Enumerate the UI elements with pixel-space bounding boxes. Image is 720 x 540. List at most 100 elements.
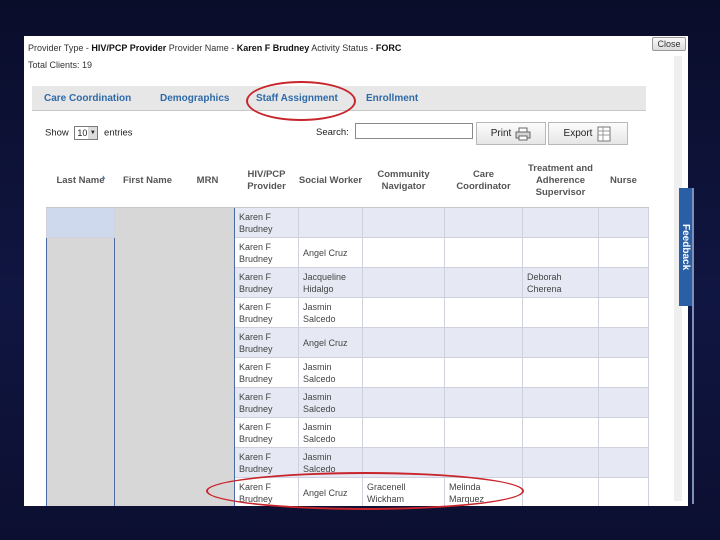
cell-provider: Karen F Brudney [234,447,299,478]
cell-care-coordinator [444,297,523,328]
column-header-mrn[interactable]: MRN [180,154,235,208]
cell-provider: Karen F Brudney [234,327,299,358]
page-length-control: Show 10 ▼ entries [45,126,133,140]
table-header-row: Last Name ▲ First Name MRN HIV/PCP Provid… [46,154,649,208]
cell-provider: Karen F Brudney [234,417,299,448]
export-button[interactable]: Export [548,122,628,145]
spreadsheet-icon [597,126,611,141]
column-label: Last Name [56,174,105,186]
cell-care-coordinator [444,237,523,268]
close-button[interactable]: Close [652,37,686,51]
cell-last-name [46,207,115,238]
cell-treatment-supervisor [522,477,599,506]
search-input[interactable] [355,123,473,139]
highlight-oval-row [206,472,524,510]
column-header-nurse[interactable]: Nurse [598,154,649,208]
column-header-care-coordinator[interactable]: Care Coordinator [444,154,523,208]
cell-treatment-supervisor [522,447,599,478]
cell-provider: Karen F Brudney [234,267,299,298]
tab-demographics[interactable]: Demographics [160,86,229,110]
column-label: Care Coordinator [456,168,511,192]
cell-nurse [598,357,649,388]
cell-nurse [598,327,649,358]
table-body: Karen F Brudney Karen F Brudney Angel Cruz… [46,207,649,506]
cell-care-coordinator [444,207,523,238]
printer-icon [515,127,531,140]
cell-nurse [598,417,649,448]
cell-nurse [598,237,649,268]
provider-type-label: Provider Type - [28,43,92,53]
cell-treatment-supervisor [522,357,599,388]
column-label: Community Navigator [377,168,430,192]
entries-label: entries [104,127,133,139]
staff-assignment-window: Provider Type - HIV/PCP Provider Provide… [24,36,688,506]
column-label: Social Worker [298,174,363,186]
column-label: First Name [122,174,173,186]
provider-name-label: Provider Name - [166,43,237,53]
cell-community-navigator [362,387,445,418]
highlight-oval-tab [246,81,356,121]
column-header-treatment-supervisor[interactable]: Treatment and Adherence Supervisor [522,154,599,208]
sort-ascending-icon: ▲ [100,175,107,181]
tab-enrollment[interactable]: Enrollment [366,86,418,110]
cell-nurse [598,387,649,418]
column-label: Nurse [610,174,637,186]
cell-community-navigator [362,207,445,238]
cell-care-coordinator [444,267,523,298]
cell-provider: Karen F Brudney [234,207,299,238]
cell-social-worker: Jasmin Salcedo [298,417,363,448]
cell-treatment-supervisor: Deborah Cherena [522,267,599,298]
search-label: Search: [316,127,349,138]
column-header-first-name[interactable]: First Name [114,154,181,208]
cell-social-worker: Jasmin Salcedo [298,357,363,388]
column-header-community-navigator[interactable]: Community Navigator [362,154,445,208]
print-button-label: Print [490,128,512,139]
cell-community-navigator [362,267,445,298]
column-header-last-name[interactable]: Last Name ▲ [46,154,115,208]
cell-social-worker: Angel Cruz [298,237,363,268]
feedback-tab[interactable]: Feedback [679,188,692,306]
column-header-provider[interactable]: HIV/PCP Provider [234,154,299,208]
column-label: MRN [196,174,219,186]
table-row[interactable]: Karen F Brudney [46,207,649,506]
cell-treatment-supervisor [522,207,599,238]
cell-nurse [598,207,649,238]
cell-care-coordinator [444,417,523,448]
cell-social-worker: Angel Cruz [298,327,363,358]
cell-treatment-supervisor [522,387,599,418]
cell-treatment-supervisor [522,237,599,268]
print-button[interactable]: Print [476,122,546,145]
cell-social-worker: Jasmin Salcedo [298,387,363,418]
chevron-down-icon: ▼ [88,127,98,139]
staff-assignment-table: Last Name ▲ First Name MRN HIV/PCP Provid… [46,154,649,506]
cell-community-navigator [362,327,445,358]
cell-treatment-supervisor [522,297,599,328]
activity-status-value: FORC [375,43,402,53]
provider-type-value: HIV/PCP Provider [91,43,167,53]
cell-community-navigator [362,357,445,388]
provider-info-line: Provider Type - HIV/PCP Provider Provide… [28,43,401,53]
cell-care-coordinator [444,327,523,358]
cell-care-coordinator [444,387,523,418]
cell-nurse [598,267,649,298]
entries-select-value: 10 [77,128,88,138]
cell-community-navigator [362,417,445,448]
cell-social-worker: Jacqueline Hidalgo [298,267,363,298]
cell-social-worker [298,207,363,238]
redacted-patient-info [46,237,115,506]
cell-treatment-supervisor [522,417,599,448]
cell-provider: Karen F Brudney [234,297,299,328]
total-clients: Total Clients: 19 [28,60,93,70]
export-button-label: Export [563,128,593,139]
cell-care-coordinator [444,357,523,388]
cell-provider: Karen F Brudney [234,357,299,388]
entries-select[interactable]: 10 ▼ [74,126,99,140]
cell-community-navigator [362,237,445,268]
column-header-social-worker[interactable]: Social Worker [298,154,363,208]
redacted-patient-info [114,207,235,506]
tab-care-coordination[interactable]: Care Coordination [44,86,131,110]
cell-nurse [598,447,649,478]
cell-treatment-supervisor [522,327,599,358]
cell-provider: Karen F Brudney [234,387,299,418]
column-label: Treatment and Adherence Supervisor [528,162,593,198]
